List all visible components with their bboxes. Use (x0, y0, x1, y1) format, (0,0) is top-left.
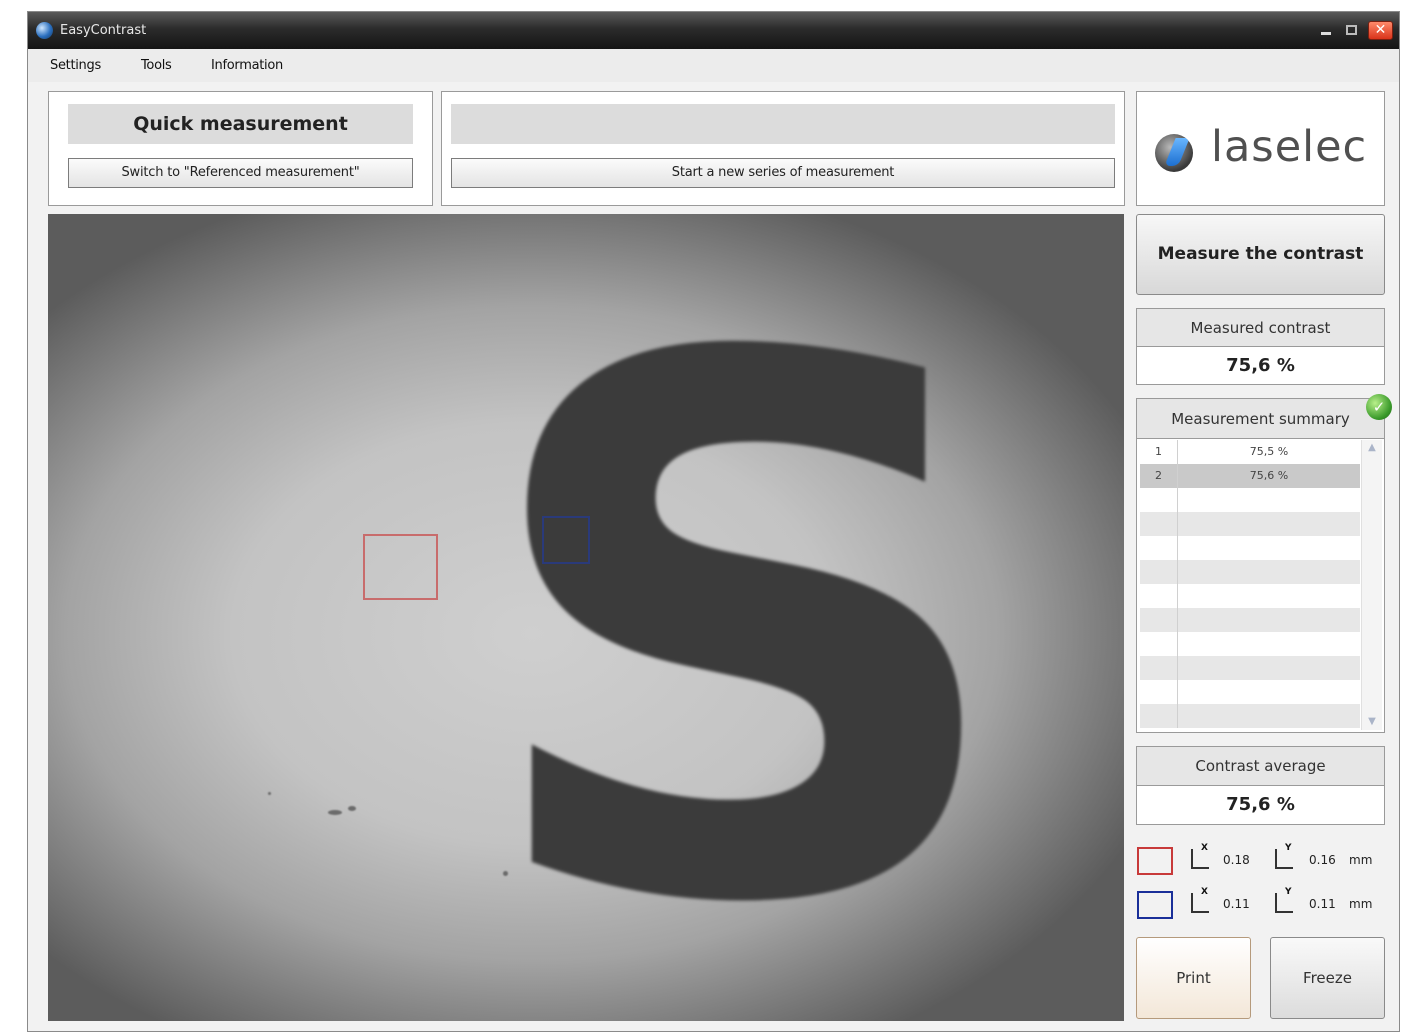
switch-mode-button[interactable]: Switch to "Referenced measurement" (68, 158, 413, 188)
blue-unit: mm (1349, 897, 1373, 911)
menu-settings[interactable]: Settings (50, 58, 101, 73)
minimize-button[interactable] (1315, 21, 1337, 40)
measured-contrast-value: 75,6 % (1226, 355, 1295, 376)
table-row-empty (1140, 608, 1360, 632)
marking-image: S (472, 214, 1017, 1021)
logo-panel: laselec (1136, 91, 1385, 206)
surface-speck (268, 792, 271, 795)
measure-zone-blue[interactable] (542, 516, 590, 564)
scroll-up-icon[interactable]: ▲ (1362, 440, 1382, 456)
red-zone-swatch (1137, 847, 1173, 875)
blue-y-value: 0.11 (1309, 897, 1336, 911)
series-panel: Start a new series of measurement (441, 91, 1125, 206)
table-row-empty (1140, 536, 1360, 560)
summary-table: 1 75,5 % 2 75,6 % (1140, 440, 1360, 728)
start-series-button[interactable]: Start a new series of measurement (451, 158, 1115, 188)
measurement-summary-label: Measurement summary (1137, 399, 1384, 439)
summary-scrollbar[interactable]: ▲ ▼ (1361, 440, 1382, 730)
measure-contrast-button[interactable]: Measure the contrast (1136, 214, 1385, 295)
table-row[interactable]: 1 75,5 % (1140, 440, 1360, 464)
table-row-empty (1140, 512, 1360, 536)
table-row-empty (1140, 584, 1360, 608)
mode-title: Quick measurement (68, 104, 413, 144)
x-axis-icon: X (1188, 843, 1212, 871)
freeze-button[interactable]: Freeze (1270, 937, 1385, 1019)
app-icon (36, 22, 53, 39)
y-axis-icon: Y (1272, 843, 1296, 871)
red-x-value: 0.18 (1223, 853, 1250, 867)
row-index: 2 (1140, 464, 1178, 488)
table-row-empty (1140, 656, 1360, 680)
measured-contrast-label: Measured contrast (1137, 309, 1384, 347)
red-unit: mm (1349, 853, 1373, 867)
contrast-average-value: 75,6 % (1226, 794, 1295, 815)
scroll-down-icon[interactable]: ▼ (1362, 714, 1382, 730)
measured-contrast-box: Measured contrast 75,6 % (1136, 308, 1385, 385)
contrast-average-label: Contrast average (1137, 747, 1384, 786)
menu-information[interactable]: Information (211, 58, 283, 73)
series-info-bar (451, 104, 1115, 144)
close-button[interactable]: ✕ (1368, 21, 1393, 40)
table-row-empty (1140, 704, 1360, 728)
x-axis-icon: X (1188, 887, 1212, 915)
surface-speck (348, 806, 356, 811)
surface-speck (328, 810, 342, 815)
row-value: 75,6 % (1249, 469, 1289, 482)
camera-view[interactable]: S (48, 214, 1124, 1021)
laselec-logo-icon (1155, 134, 1193, 172)
surface-speck (503, 871, 508, 876)
menu-bar: Settings Tools Information (28, 49, 1399, 82)
table-row-empty (1140, 488, 1360, 512)
table-row-empty (1140, 680, 1360, 704)
y-axis-icon: Y (1272, 887, 1296, 915)
mode-panel: Quick measurement Switch to "Referenced … (48, 91, 433, 206)
contrast-average-box: Contrast average 75,6 % (1136, 746, 1385, 825)
blue-x-value: 0.11 (1223, 897, 1250, 911)
laselec-logo: laselec (1211, 122, 1368, 172)
menu-tools[interactable]: Tools (141, 58, 172, 73)
row-value: 75,5 % (1249, 445, 1289, 458)
row-index: 1 (1140, 440, 1178, 464)
title-bar: EasyContrast ✕ (28, 12, 1399, 49)
table-row-empty (1140, 632, 1360, 656)
check-icon: ✓ (1366, 394, 1392, 420)
blue-zone-swatch (1137, 891, 1173, 919)
table-row-empty (1140, 560, 1360, 584)
table-row-selected[interactable]: 2 75,6 % (1140, 464, 1360, 488)
window-title: EasyContrast (60, 23, 147, 38)
reference-zone-red[interactable] (363, 534, 438, 600)
red-y-value: 0.16 (1309, 853, 1336, 867)
maximize-button[interactable] (1341, 21, 1363, 40)
print-button[interactable]: Print (1136, 937, 1251, 1019)
measurement-summary-box: Measurement summary 1 75,5 % 2 75,6 % ▲ … (1136, 398, 1385, 733)
